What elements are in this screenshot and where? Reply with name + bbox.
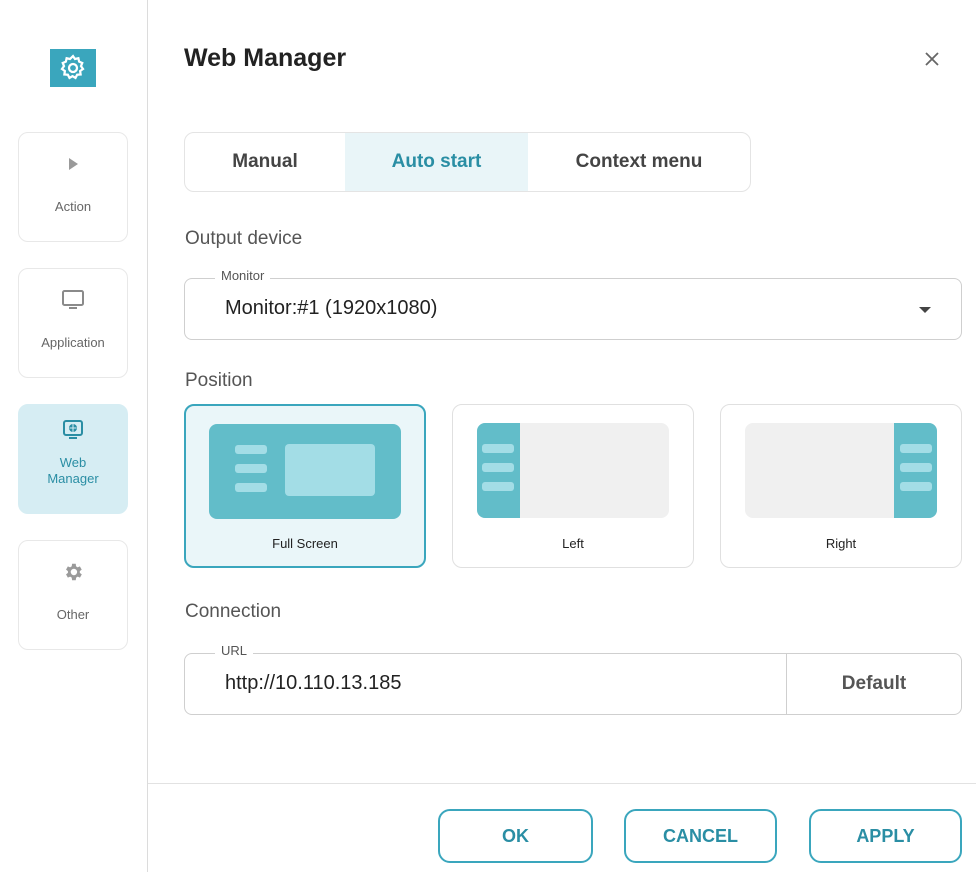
- sidebar-item-application[interactable]: Application: [18, 268, 128, 378]
- web-manager-icon: [62, 419, 84, 441]
- position-option-left[interactable]: Left: [452, 404, 694, 568]
- position-option-full-screen[interactable]: Full Screen: [184, 404, 426, 568]
- cancel-button[interactable]: CANCEL: [624, 809, 777, 863]
- close-icon: [925, 52, 939, 66]
- tab-context-menu[interactable]: Context menu: [528, 133, 750, 191]
- tab-auto-start[interactable]: Auto start: [345, 133, 528, 191]
- play-icon: [66, 153, 80, 175]
- dropdown-arrow-icon: [919, 307, 931, 313]
- sidebar-item-other[interactable]: Other: [18, 540, 128, 650]
- connection-heading: Connection: [185, 601, 282, 622]
- monitor-select[interactable]: Monitor Monitor:#1 (1920x1080): [184, 268, 962, 340]
- position-option-label: Left: [562, 536, 584, 551]
- tab-manual[interactable]: Manual: [185, 133, 345, 191]
- monitor-icon: [61, 289, 85, 311]
- sidebar: Action Application Web Manager Other: [0, 0, 148, 872]
- sidebar-item-label: Web Manager: [47, 455, 99, 486]
- sidebar-item-label: Action: [54, 199, 92, 214]
- footer-divider: [148, 783, 976, 784]
- ok-button[interactable]: OK: [438, 809, 593, 863]
- full-screen-preview-icon: [209, 424, 401, 519]
- position-option-label: Right: [825, 536, 857, 551]
- web-manager-window: Action Application Web Manager Other Web…: [0, 0, 976, 872]
- gear-icon: [62, 561, 84, 583]
- position-option-right[interactable]: Right: [720, 404, 962, 568]
- position-option-label: Full Screen: [272, 536, 338, 551]
- dialog-title: Web Manager: [184, 44, 347, 72]
- url-field: URL http://10.110.13.185 Default: [184, 643, 962, 715]
- output-device-heading: Output device: [185, 228, 303, 249]
- position-heading: Position: [185, 370, 253, 391]
- apply-button[interactable]: APPLY: [809, 809, 962, 863]
- sidebar-item-label: Application: [41, 335, 105, 350]
- sidebar-item-action[interactable]: Action: [18, 132, 128, 242]
- url-input[interactable]: http://10.110.13.185: [225, 672, 401, 695]
- monitor-field-label: Monitor: [215, 268, 271, 283]
- monitor-selected-value: Monitor:#1 (1920x1080): [225, 297, 438, 319]
- sidebar-item-label: Other: [56, 607, 90, 622]
- app-settings-logo-icon: [50, 49, 96, 87]
- default-url-button[interactable]: Default: [786, 654, 961, 714]
- mode-tabs: Manual Auto start Context menu: [184, 132, 751, 192]
- url-field-label: URL: [215, 643, 254, 658]
- left-layout-preview-icon: [477, 423, 669, 518]
- sidebar-item-web-manager[interactable]: Web Manager: [18, 404, 128, 514]
- right-layout-preview-icon: [745, 423, 937, 518]
- close-button[interactable]: [918, 45, 946, 73]
